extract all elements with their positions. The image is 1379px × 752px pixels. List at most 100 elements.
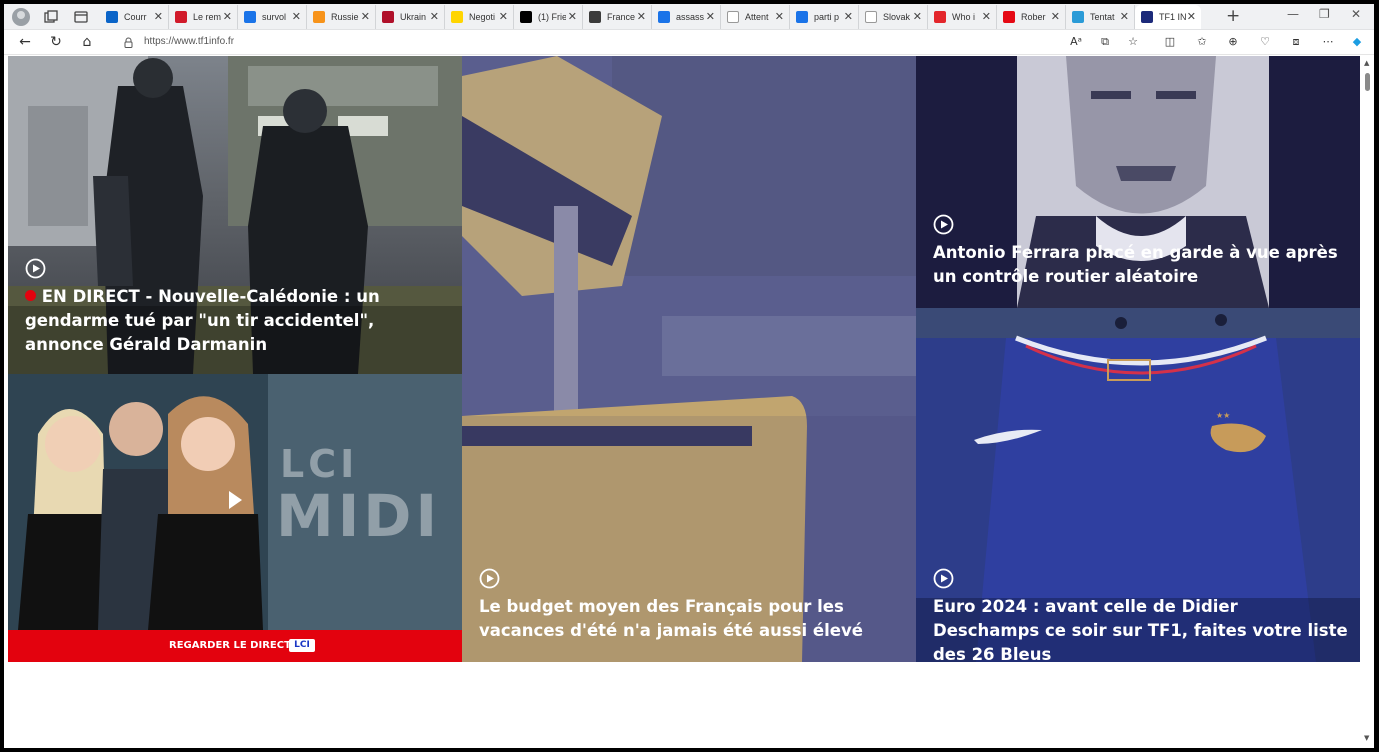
copilot-icon[interactable]: ◆ (1348, 33, 1366, 51)
browser-tab[interactable]: Rober ✕ (997, 5, 1066, 29)
page-scrollbar[interactable]: ▲ ▼ (1361, 56, 1374, 748)
tab-title: Courr (124, 12, 147, 22)
tab-title: Le rem (193, 12, 221, 22)
tab-close-icon[interactable]: ✕ (775, 10, 784, 24)
browser-tab[interactable]: Courr ✕ (100, 5, 169, 29)
tab-title: Who i (952, 12, 976, 22)
tab-close-icon[interactable]: ✕ (292, 10, 301, 24)
favorites-icon[interactable]: ✩ (1193, 33, 1211, 51)
restore-button[interactable]: ❐ (1319, 7, 1330, 21)
browser-tab[interactable]: France ✕ (583, 5, 652, 29)
scroll-up-arrow-icon[interactable]: ▲ (1364, 59, 1369, 67)
tab-close-icon[interactable]: ✕ (1051, 10, 1060, 24)
tab-close-icon[interactable]: ✕ (637, 10, 646, 24)
play-icon (933, 568, 954, 589)
tab-close-icon[interactable]: ✕ (154, 10, 163, 24)
browser-essentials-icon[interactable]: ♡ (1256, 33, 1274, 51)
browser-tab[interactable]: Attent ✕ (721, 5, 790, 29)
watch-live-label: REGARDER LE DIRECT (169, 640, 291, 651)
tab-close-icon[interactable]: ✕ (1120, 10, 1129, 24)
article-title[interactable]: Euro 2024 : avant celle de Didier Descha… (933, 595, 1348, 662)
browser-tab[interactable]: Tentat ✕ (1066, 5, 1135, 29)
book-icon (589, 11, 601, 23)
browser-tab[interactable]: survol ✕ (238, 5, 307, 29)
tab-title: assass (676, 12, 704, 22)
live-stream-card[interactable]: LCI MIDI REGARDER LE DIRECT LCI (8, 374, 462, 662)
suitcase-straw-hat-photo (462, 56, 916, 662)
lci-channel-name: LCI (294, 640, 310, 650)
live-label: EN DIRECT (41, 287, 140, 306)
article-title[interactable]: Antonio Ferrara placé en garde à vue apr… (933, 241, 1348, 289)
image-icon (1072, 11, 1084, 23)
browser-tab[interactable]: TF1 IN ✕ (1135, 5, 1201, 29)
browser-tab[interactable]: Le rem ✕ (169, 5, 238, 29)
tab-close-icon[interactable]: ✕ (568, 10, 577, 24)
profile-avatar-icon[interactable] (12, 8, 30, 26)
lci-channel-logo: LCI (289, 639, 315, 652)
close-window-button[interactable]: ✕ (1351, 7, 1361, 21)
home-icon[interactable]: ⌂ (78, 33, 96, 51)
tab-title: (1) Frie (538, 12, 566, 22)
play-icon (25, 258, 46, 279)
minimize-button[interactable]: — (1287, 7, 1299, 21)
article-card-euro2024[interactable]: ★★ Euro 2024 : avant celle de Didier Des… (916, 308, 1360, 662)
address-bar[interactable]: https://www.tf1info.fr (110, 32, 1100, 53)
page-viewport: EN DIRECT - Nouvelle-Calédonie : un gend… (8, 56, 1360, 748)
article-card-vacation[interactable]: Le budget moyen des Français pour les va… (462, 56, 916, 662)
tab-close-icon[interactable]: ✕ (913, 10, 922, 24)
tab-title: survol (262, 12, 287, 22)
browser-tab[interactable]: Ukrain ✕ (376, 5, 445, 29)
tab-title: Slovak (883, 12, 911, 22)
browser-tab[interactable]: parti p ✕ (790, 5, 859, 29)
search-icon (244, 11, 256, 23)
browser-tab[interactable]: assass ✕ (652, 5, 721, 29)
tab-close-icon[interactable]: ✕ (430, 10, 439, 24)
browser-tab[interactable]: (1) Frie ✕ (514, 5, 583, 29)
workspaces-icon[interactable] (42, 8, 60, 26)
watch-live-banner[interactable]: REGARDER LE DIRECT LCI (8, 630, 462, 662)
favorite-star-icon[interactable]: ☆ (1124, 33, 1142, 51)
play-button-icon[interactable] (227, 490, 243, 510)
tab-title: Negoti (469, 12, 496, 22)
article-card-live[interactable]: EN DIRECT - Nouvelle-Calédonie : un gend… (8, 56, 462, 374)
read-aloud-icon[interactable]: Aᵃ (1067, 33, 1085, 51)
letter-s-icon (934, 11, 946, 23)
browser-tab[interactable]: Russie ✕ (307, 5, 376, 29)
browser-tab[interactable]: Negoti ✕ (445, 5, 514, 29)
browser-tab[interactable]: Slovak ✕ (859, 5, 928, 29)
lock-icon[interactable] (124, 37, 133, 48)
browser-window: Courr ✕ Le rem ✕ survol ✕ Russie ✕ Ukrain ✕ Negoti… (4, 4, 1374, 748)
tab-list: Courr ✕ Le rem ✕ survol ✕ Russie ✕ Ukrain ✕ Negoti… (100, 5, 1201, 30)
article-title[interactable]: EN DIRECT - Nouvelle-Calédonie : un gend… (25, 285, 449, 357)
article-card-ferrara[interactable]: Antonio Ferrara placé en garde à vue apr… (916, 56, 1360, 308)
outlook-icon (106, 11, 118, 23)
live-dot-icon (25, 290, 36, 301)
tab-actions-icon[interactable] (72, 8, 90, 26)
tf1-icon (1141, 11, 1153, 23)
refresh-icon[interactable]: ↻ (47, 33, 65, 51)
new-tab-button[interactable]: + (1226, 6, 1240, 26)
settings-more-icon[interactable]: ⋯ (1319, 33, 1337, 51)
article-title[interactable]: Le budget moyen des Français pour les va… (479, 595, 903, 643)
tab-close-icon[interactable]: ✕ (706, 10, 715, 24)
extensions-icon[interactable]: ⧈ (1287, 33, 1305, 51)
tab-close-icon[interactable]: ✕ (361, 10, 370, 24)
browser-tab[interactable]: Who i ✕ (928, 5, 997, 29)
tab-close-icon[interactable]: ✕ (844, 10, 853, 24)
news-icon (382, 11, 394, 23)
tab-title: Ukrain (400, 12, 427, 22)
scrollbar-thumb[interactable] (1365, 73, 1370, 91)
tab-title: Russie (331, 12, 359, 22)
scroll-down-arrow-icon[interactable]: ▼ (1364, 734, 1369, 742)
search-icon (658, 11, 670, 23)
back-arrow-icon[interactable]: ← (16, 33, 34, 51)
tab-title: Rober (1021, 12, 1046, 22)
letter-n-icon (1003, 11, 1015, 23)
tab-close-icon[interactable]: ✕ (1187, 10, 1196, 24)
split-screen-icon[interactable]: ◫ (1161, 33, 1179, 51)
tab-close-icon[interactable]: ✕ (223, 10, 232, 24)
app-available-icon[interactable]: ⧉ (1096, 33, 1114, 51)
tab-close-icon[interactable]: ✕ (982, 10, 991, 24)
collections-icon[interactable]: ⊕ (1224, 33, 1242, 51)
tab-close-icon[interactable]: ✕ (499, 10, 508, 24)
